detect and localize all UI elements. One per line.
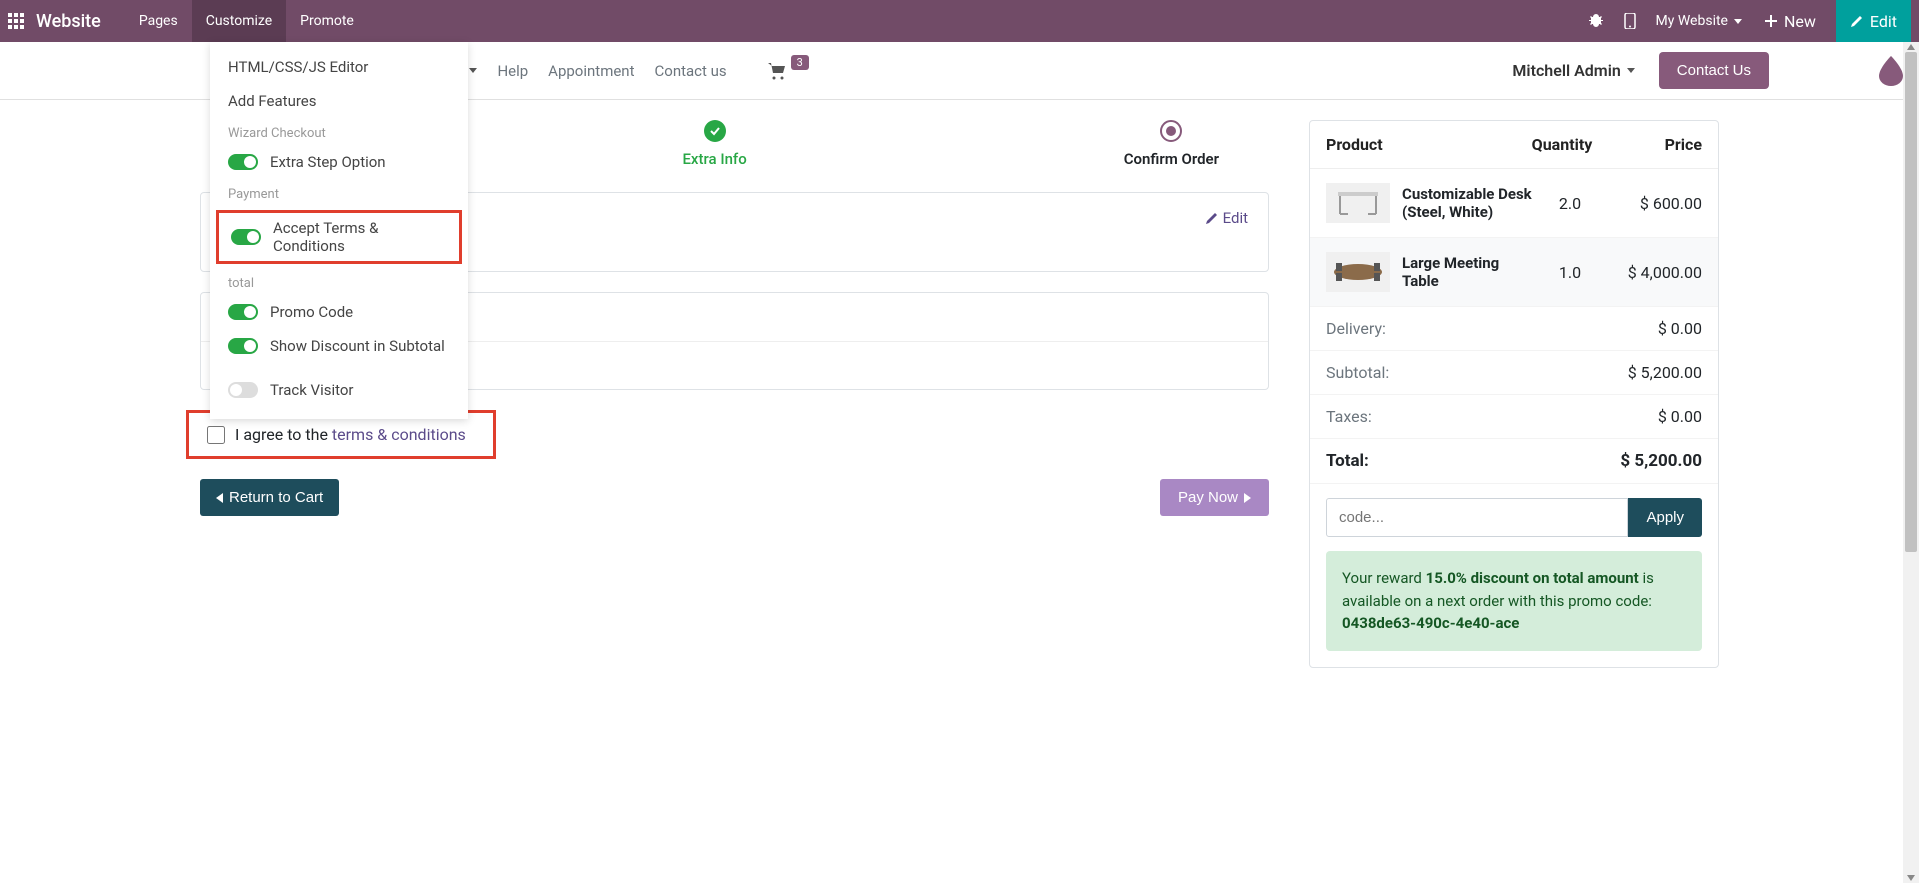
toggle-on-icon[interactable] [228,338,258,354]
dd-extra-step[interactable]: Extra Step Option [210,145,468,179]
promo-input[interactable] [1326,498,1628,537]
cart-icon[interactable]: 3 [767,62,809,80]
dd-add-features[interactable]: Add Features [210,84,468,118]
dd-show-discount[interactable]: Show Discount in Subtotal [210,329,468,363]
actions-row: Return to Cart Pay Now [200,479,1269,516]
chevron-left-icon [216,493,223,503]
step-extra-info[interactable]: Extra Info [682,120,746,168]
bug-icon[interactable] [1578,13,1614,29]
menu-pages[interactable]: Pages [125,0,192,42]
nav-contact[interactable]: Contact us [655,62,727,80]
summary-delivery: Delivery:$ 0.00 [1310,307,1718,351]
my-website-dropdown[interactable]: My Website [1646,13,1752,29]
dd-section-total: total [210,268,468,295]
toggle-on-icon[interactable] [231,229,261,245]
product-thumb [1326,252,1390,292]
summary-item: Customizable Desk (Steel, White) 2.0 $ 6… [1310,169,1718,238]
dd-section-payment: Payment [210,179,468,206]
terms-checkbox[interactable] [207,426,225,444]
summary-head: Product Quantity Price [1310,121,1718,169]
edit-button[interactable]: Edit [1836,0,1911,42]
customize-dropdown: HTML/CSS/JS Editor Add Features Wizard C… [210,42,468,419]
nav-help[interactable]: Help [497,62,528,80]
dd-track-visitor[interactable]: Track Visitor [210,373,468,407]
toggle-on-icon[interactable] [228,154,258,170]
terms-link[interactable]: terms & conditions [332,425,466,444]
promo-row: Apply [1310,484,1718,551]
caret-down-icon [1627,68,1635,73]
toggle-on-icon[interactable] [228,304,258,320]
summary-taxes: Taxes:$ 0.00 [1310,395,1718,439]
summary-item: Large Meeting Table 1.0 $ 4,000.00 [1310,238,1718,307]
mobile-icon[interactable] [1614,13,1646,29]
terms-text: I agree to the terms & conditions [235,425,466,444]
return-to-cart-button[interactable]: Return to Cart [200,479,339,516]
scrollbar[interactable] [1903,42,1919,883]
step-confirm: Confirm Order [1124,120,1219,168]
menu-promote[interactable]: Promote [286,0,368,42]
scroll-down-icon[interactable] [1907,875,1915,881]
current-step-icon [1160,120,1182,142]
dd-promo-code[interactable]: Promo Code [210,295,468,329]
menu-customize[interactable]: Customize [192,0,286,42]
product-thumb [1326,183,1390,223]
promo-apply-button[interactable]: Apply [1628,498,1702,537]
summary-total: Total:$ 5,200.00 [1310,439,1718,484]
edit-shipping-link[interactable]: Edit [1205,209,1248,227]
toggle-off-icon[interactable] [228,382,258,398]
cart-badge: 3 [791,55,809,70]
contact-us-button[interactable]: Contact Us [1659,52,1769,89]
scroll-up-icon[interactable] [1907,44,1915,50]
chevron-right-icon [1244,493,1251,503]
odoo-drop-icon [1879,56,1903,86]
caret-down-icon [469,68,477,73]
summary-subtotal: Subtotal:$ 5,200.00 [1310,351,1718,395]
user-menu[interactable]: Mitchell Admin [1512,61,1634,80]
dd-section-wizard: Wizard Checkout [210,118,468,145]
new-button[interactable]: New [1752,12,1828,31]
dd-html-editor[interactable]: HTML/CSS/JS Editor [210,50,468,84]
brand[interactable]: Website [36,11,101,32]
pay-now-button[interactable]: Pay Now [1160,479,1269,516]
order-summary: Product Quantity Price Customizable Desk… [1309,120,1719,668]
reward-box: Your reward 15.0% discount on total amou… [1326,551,1702,651]
caret-down-icon [1734,19,1742,24]
apps-icon[interactable] [8,13,24,29]
check-icon [704,120,726,142]
scrollbar-thumb[interactable] [1905,52,1917,552]
top-navbar: Website Pages Customize Promote My Websi… [0,0,1919,42]
dd-accept-terms[interactable]: Accept Terms & Conditions [216,210,462,264]
nav-appointment[interactable]: Appointment [548,62,634,80]
